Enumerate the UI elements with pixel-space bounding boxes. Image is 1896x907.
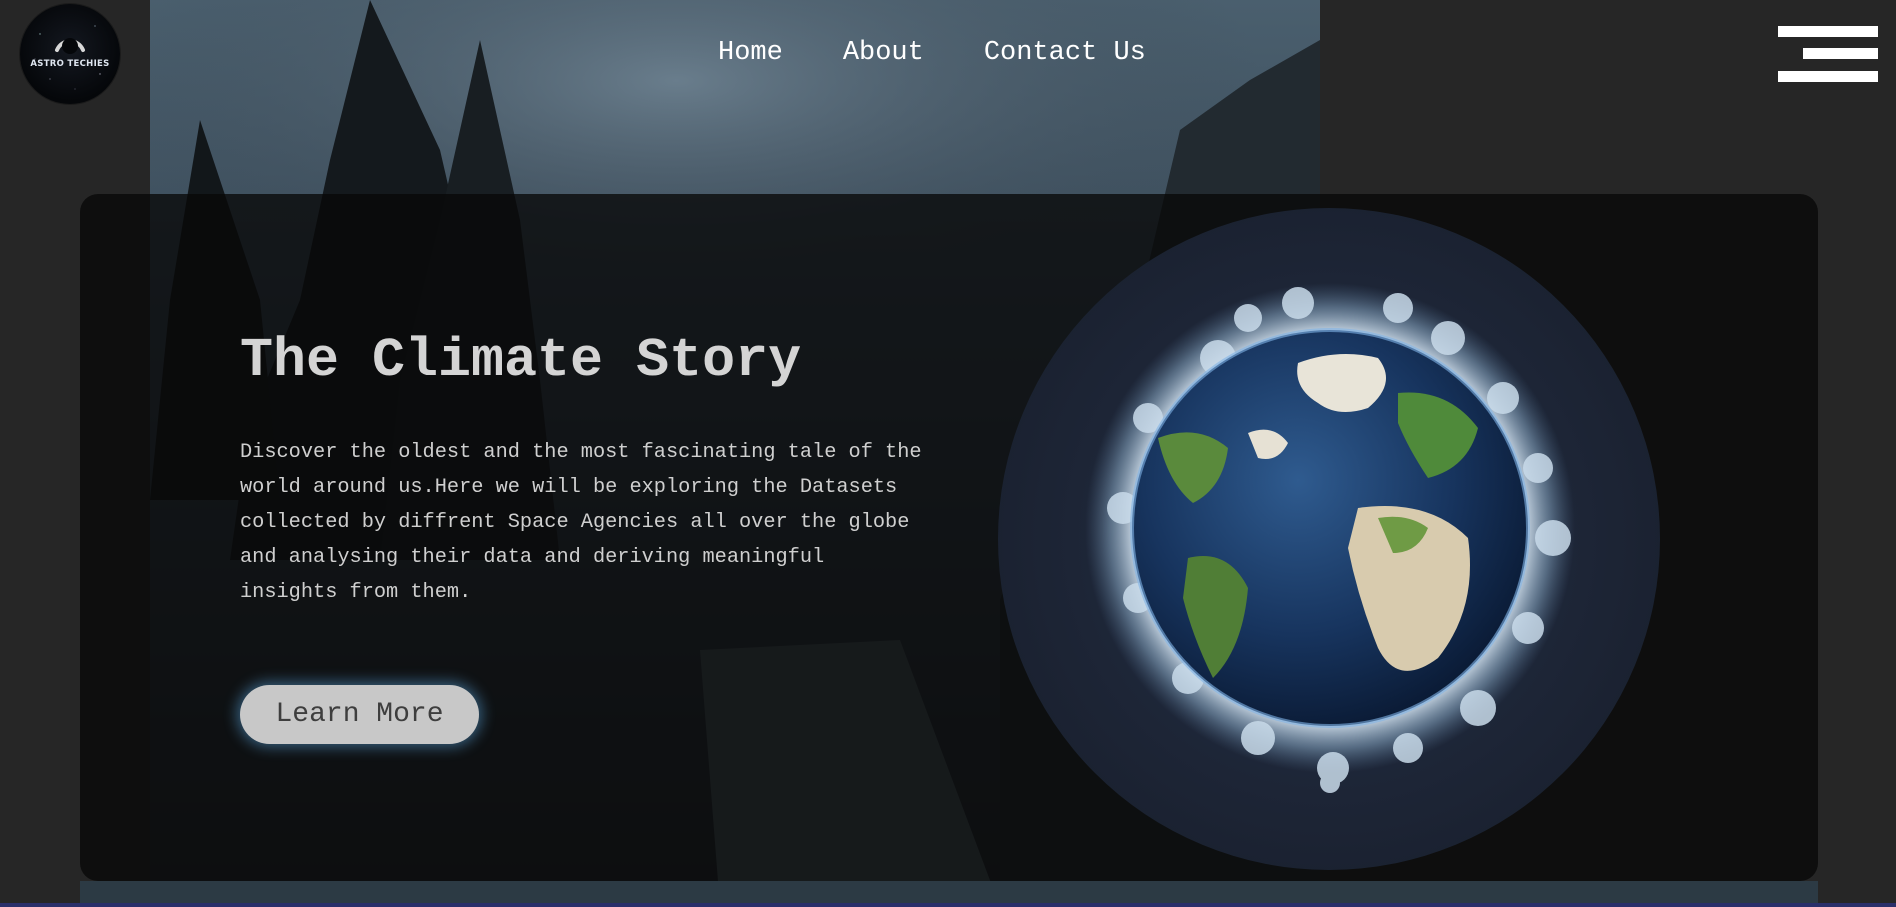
- learn-more-button[interactable]: Learn More: [240, 685, 479, 744]
- hero-card: The Climate Story Discover the oldest an…: [80, 194, 1818, 881]
- logo-text: ASTRO TECHIES: [30, 59, 110, 69]
- nav-link-home[interactable]: Home: [718, 34, 783, 72]
- menu-bar-middle: [1803, 48, 1878, 59]
- hamburger-menu-icon[interactable]: [1778, 26, 1878, 82]
- hero-description: Discover the oldest and the most fascina…: [240, 441, 922, 604]
- moon-arc-icon: [55, 38, 85, 54]
- menu-bar-top: [1778, 26, 1878, 37]
- nav-link-contact-us[interactable]: Contact Us: [984, 34, 1146, 72]
- earth-globe-image: [998, 208, 1660, 870]
- main-nav: Home About Contact Us: [718, 34, 1146, 72]
- nav-link-about[interactable]: About: [843, 34, 924, 72]
- page: ASTRO TECHIES Home About Contact Us The …: [0, 0, 1896, 907]
- earth-icon: [1085, 283, 1575, 793]
- hero-title: The Climate Story: [240, 329, 802, 392]
- astro-techies-logo[interactable]: ASTRO TECHIES: [20, 4, 120, 104]
- menu-bar-bottom: [1778, 71, 1878, 82]
